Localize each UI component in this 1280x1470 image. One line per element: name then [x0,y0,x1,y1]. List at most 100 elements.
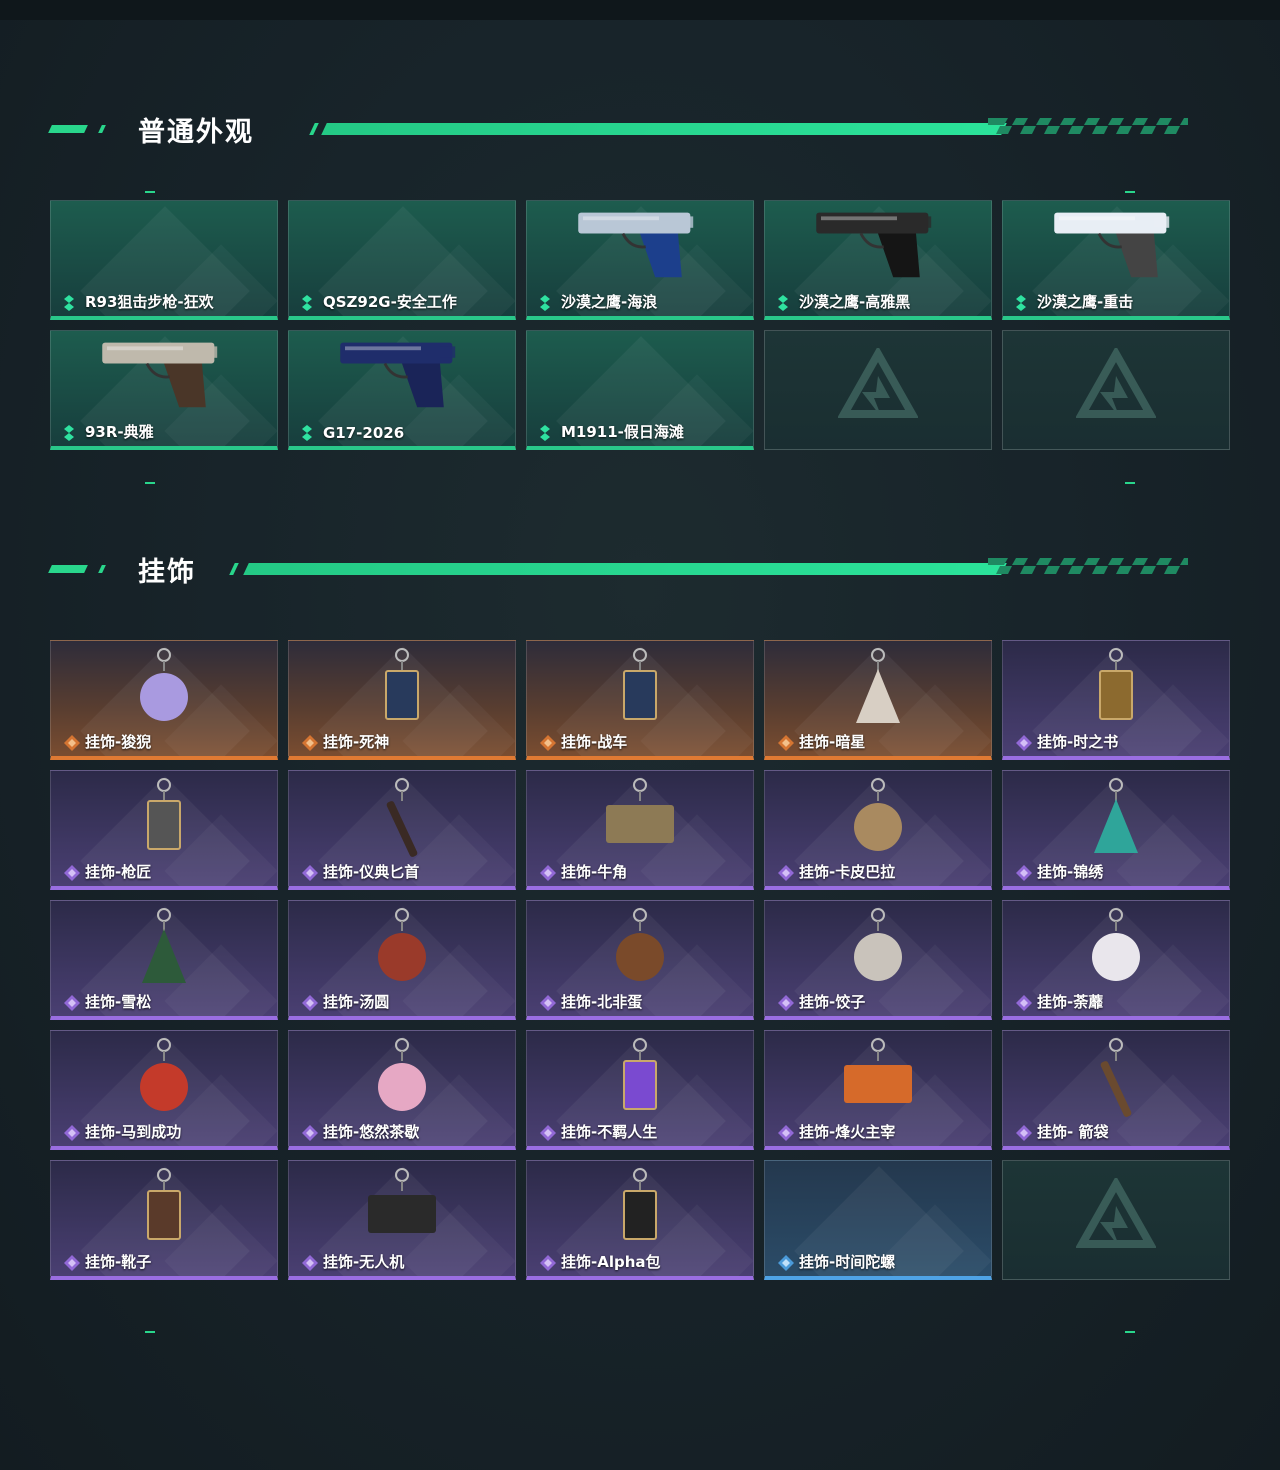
item-label: 挂饰-雪松 [85,993,152,1011]
item-card[interactable]: 沙漠之鹰-海浪 [526,200,754,320]
item-card[interactable]: 挂饰-死神 [288,640,516,760]
item-card[interactable]: 挂饰-不羁人生 [526,1030,754,1150]
header-accent-bar [48,125,88,133]
item-card[interactable]: M1911-假日海滩 [526,330,754,450]
item-card[interactable]: 挂饰-饺子 [764,900,992,1020]
item-card[interactable]: G17-2026 [288,330,516,450]
header-accent-bar [98,125,106,133]
section-title: 挂饰 [138,557,196,588]
horn-charm-icon [600,775,680,869]
item-label: QSZ92G-安全工作 [323,293,457,311]
item-card[interactable]: 挂饰-狻猊 [50,640,278,760]
item-card[interactable]: 挂饰- 箭袋 [1002,1030,1230,1150]
section-header-appearance: 普通外观 [48,116,1200,148]
item-card[interactable]: 挂饰-荼蘼 [1002,900,1230,1020]
item-card[interactable]: 挂饰-无人机 [288,1160,516,1280]
item-card[interactable]: R93狙击步枪-狂欢 [50,200,278,320]
item-card[interactable]: 挂饰-Alpha包 [526,1160,754,1280]
header-accent-bar [98,565,106,573]
boot-charm-icon [124,1165,204,1259]
item-label: 挂饰-时之书 [1037,733,1119,751]
section-title: 普通外观 [138,117,254,148]
item-card[interactable]: 挂饰-汤圆 [288,900,516,1020]
rarity-purple-icon [539,1124,557,1142]
item-card[interactable]: 挂饰-仪典匕首 [288,770,516,890]
corner-tick [145,482,155,484]
charm-grid: 挂饰-狻猊 挂饰-死神 挂饰-战车 挂饰-暗星 挂饰-时之书 挂饰-枪匠 挂饰-… [50,640,1230,1280]
item-card[interactable]: 挂饰-雪松 [50,900,278,1020]
item-card[interactable]: 挂饰-时间陀螺 [764,1160,992,1280]
corner-tick [1125,1331,1135,1333]
pan-charm-icon [600,905,680,999]
cupcake-charm-icon [362,1035,442,1129]
horse-charm-icon [124,1035,204,1129]
item-card[interactable]: 挂饰-烽火主宰 [764,1030,992,1150]
empty-slot [764,330,992,450]
rarity-purple-icon [1015,994,1033,1012]
pistol-blue-icon [570,205,710,285]
item-label: 挂饰- 箭袋 [1037,1123,1109,1141]
item-card[interactable]: QSZ92G-安全工作 [288,200,516,320]
rarity-green-icon [539,424,557,442]
item-card[interactable]: 沙漠之鹰-高雅黑 [764,200,992,320]
item-card[interactable]: 挂饰-北非蛋 [526,900,754,1020]
rarity-green-icon [301,294,319,312]
corner-tick [1125,191,1135,193]
item-label: 挂饰-汤圆 [323,993,390,1011]
rarity-purple-icon [539,864,557,882]
item-label: 挂饰-荼蘼 [1037,993,1104,1011]
item-card[interactable]: 挂饰-锦绣 [1002,770,1230,890]
item-card[interactable]: 挂饰-悠然茶歇 [288,1030,516,1150]
item-card[interactable]: 挂饰-暗星 [764,640,992,760]
logo-icon [1075,1175,1157,1262]
rarity-green-icon [63,424,81,442]
header-line [321,123,1007,135]
item-label: 挂饰-烽火主宰 [799,1123,896,1141]
item-card[interactable]: 挂饰-卡皮巴拉 [764,770,992,890]
rarity-purple-icon [301,864,319,882]
rarity-purple-icon [1015,864,1033,882]
capybara-charm-icon [838,775,918,869]
header-checker-pattern [988,558,1188,574]
pistol-navy-icon [332,335,472,415]
flower-charm-icon [1076,905,1156,999]
item-label: 挂饰-狻猊 [85,733,152,751]
logo-icon [837,345,919,432]
item-card[interactable]: 挂饰-靴子 [50,1160,278,1280]
empty-slot [1002,330,1230,450]
rarity-blue-icon [777,1254,795,1272]
item-card[interactable]: 挂饰-马到成功 [50,1030,278,1150]
appearance-grid: R93狙击步枪-狂欢 QSZ92G-安全工作 沙漠之鹰-海浪 沙漠之鹰-高雅黑 … [50,200,1230,450]
rarity-purple-icon [777,1124,795,1142]
header-accent-bar [309,123,319,135]
item-card[interactable]: 挂饰-时之书 [1002,640,1230,760]
rarity-purple-icon [777,864,795,882]
bag-charm-icon [600,1165,680,1259]
item-label: 挂饰-死神 [323,733,390,751]
item-label: 挂饰-仪典匕首 [323,863,420,881]
item-label: 挂饰-北非蛋 [561,993,643,1011]
item-label: 沙漠之鹰-高雅黑 [799,293,911,311]
item-label: 挂饰-马到成功 [85,1123,182,1141]
item-label: 沙漠之鹰-重击 [1037,293,1134,311]
pistol-white-icon [1046,205,1186,285]
card-charm-icon [362,645,442,739]
sneaker-charm-icon [600,1035,680,1129]
item-label: R93狙击步枪-狂欢 [85,293,214,311]
item-label: 挂饰-靴子 [85,1253,152,1271]
item-label: 93R-典雅 [85,423,154,441]
dagger-charm-icon [362,775,442,869]
item-card[interactable]: 挂饰-牛角 [526,770,754,890]
item-label: 挂饰-时间陀螺 [799,1253,896,1271]
rarity-purple-icon [1015,734,1033,752]
item-card[interactable]: 沙漠之鹰-重击 [1002,200,1230,320]
rarity-green-icon [63,294,81,312]
quiver-charm-icon [1076,1035,1156,1129]
item-card[interactable]: 93R-典雅 [50,330,278,450]
drone-charm-icon [362,1165,442,1259]
item-card[interactable]: 挂饰-战车 [526,640,754,760]
item-card[interactable]: 挂饰-枪匠 [50,770,278,890]
item-label: 挂饰-饺子 [799,993,866,1011]
item-label: M1911-假日海滩 [561,423,684,441]
item-label: 沙漠之鹰-海浪 [561,293,658,311]
